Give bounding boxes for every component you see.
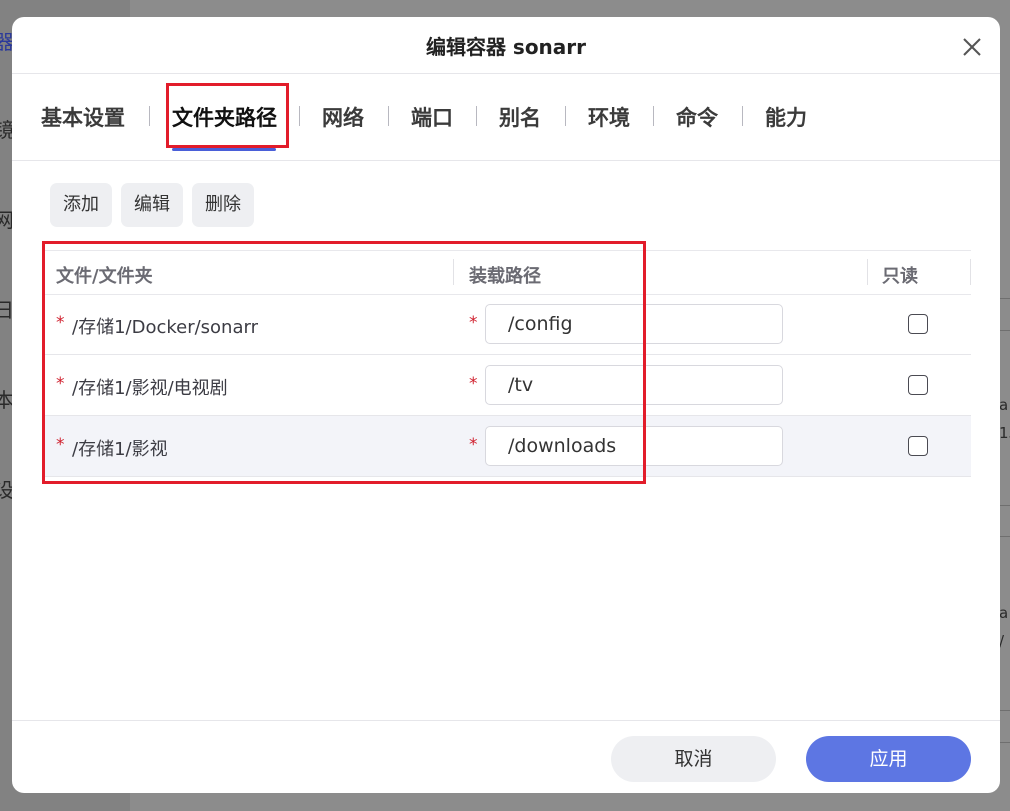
- tab-basic-settings[interactable]: 基本设置: [41, 102, 125, 132]
- background-divider: [1000, 505, 1010, 506]
- column-separator: [970, 259, 971, 285]
- dialog-title: 编辑容器 sonarr: [425, 35, 587, 59]
- tab-separator: [299, 106, 300, 126]
- active-tab-indicator: [172, 148, 276, 151]
- tab-separator: [742, 106, 743, 126]
- readonly-checkbox[interactable]: [908, 436, 928, 456]
- edit-button[interactable]: 编辑: [121, 183, 183, 227]
- delete-button[interactable]: 删除: [192, 183, 254, 227]
- background-divider: [1000, 742, 1010, 743]
- close-icon[interactable]: [960, 35, 984, 59]
- background-fragment: a: [999, 604, 1009, 622]
- tab-separator: [476, 106, 477, 126]
- add-button[interactable]: 添加: [50, 183, 112, 227]
- background-divider: [1000, 710, 1010, 711]
- tab-separator: [653, 106, 654, 126]
- tab-highlight-box: [166, 83, 289, 148]
- column-separator: [867, 259, 868, 285]
- tab-separator: [149, 106, 150, 126]
- background-fragment: 15: [999, 424, 1010, 442]
- column-header-readonly: 只读: [882, 266, 918, 287]
- tab-separator: [388, 106, 389, 126]
- dialog-header: 编辑容器 sonarr: [12, 17, 1000, 74]
- tab-capabilities[interactable]: 能力: [765, 102, 807, 132]
- tab-ports[interactable]: 端口: [411, 102, 453, 132]
- cancel-button[interactable]: 取消: [611, 736, 776, 782]
- apply-button[interactable]: 应用: [806, 736, 971, 782]
- tab-bar: 基本设置 文件夹路径 网络 端口 别名 环境 命令 能力: [12, 74, 1000, 161]
- background-divider: [1000, 536, 1010, 537]
- readonly-checkbox[interactable]: [908, 375, 928, 395]
- tab-network[interactable]: 网络: [322, 102, 364, 132]
- table-highlight-box: [42, 241, 646, 484]
- dialog-footer: 取消 应用: [12, 720, 1000, 793]
- background-fragment: a: [999, 396, 1009, 414]
- tab-environment[interactable]: 环境: [588, 102, 630, 132]
- tab-separator: [565, 106, 566, 126]
- readonly-checkbox[interactable]: [908, 314, 928, 334]
- background-divider: [1000, 330, 1010, 331]
- tab-aliases[interactable]: 别名: [499, 102, 541, 132]
- background-divider: [1000, 298, 1010, 299]
- edit-container-dialog: 编辑容器 sonarr 基本设置 文件夹路径 网络 端口 别名 环境 命令 能力…: [12, 17, 1000, 793]
- tab-command[interactable]: 命令: [676, 102, 718, 132]
